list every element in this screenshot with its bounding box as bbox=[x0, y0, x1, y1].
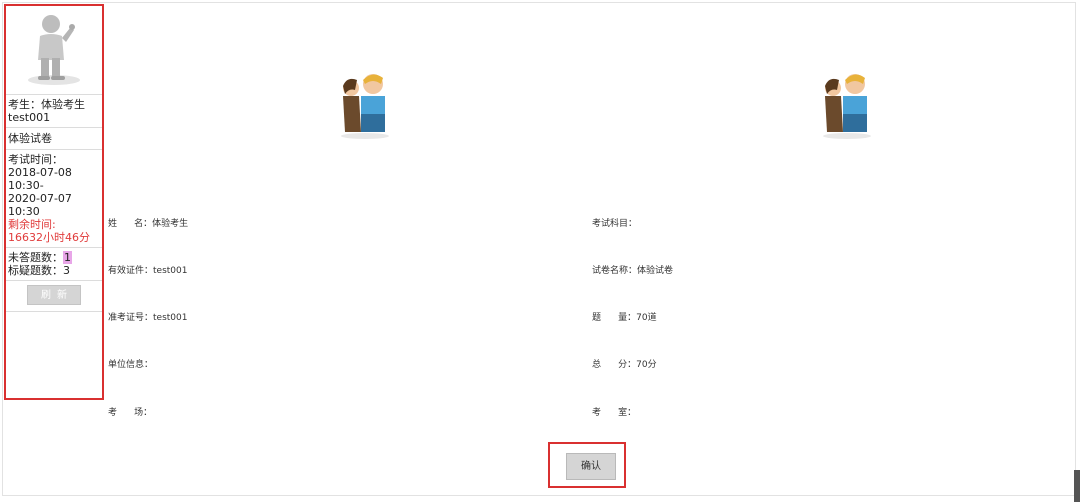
info-total-score: 总 分：70分 bbox=[592, 360, 657, 370]
candidate-name: 考生：体验考生 bbox=[8, 98, 85, 111]
info-venue: 考 场： bbox=[108, 408, 153, 418]
flagged-count: 标疑题数：3 bbox=[8, 264, 100, 277]
exam-time-label: 考试时间： bbox=[8, 153, 63, 166]
remaining-time-value: 16632小时46分 bbox=[8, 231, 90, 244]
unanswered-value: 1 bbox=[63, 251, 72, 264]
refresh-button[interactable]: 刷新 bbox=[27, 285, 81, 305]
question-stats-block: 未答题数：1 标疑题数：3 bbox=[6, 248, 102, 281]
flagged-value: 3 bbox=[63, 264, 70, 277]
info-id-doc: 有效证件：test001 bbox=[108, 266, 188, 276]
people-right-icon bbox=[823, 74, 871, 139]
candidate-block: 考生：体验考生 test001 bbox=[6, 95, 102, 128]
exam-time-end: 2020-07-07 10:30 bbox=[8, 192, 72, 218]
info-name: 姓 名：体验考生 bbox=[108, 219, 189, 229]
avatar-box bbox=[6, 6, 102, 95]
unanswered-count: 未答题数：1 bbox=[8, 251, 100, 264]
flagged-label: 标疑题数： bbox=[8, 264, 63, 277]
info-ticket: 准考证号：test001 bbox=[108, 313, 188, 323]
remaining-time-label: 剩余时间: bbox=[8, 218, 56, 231]
info-question-count: 题 量：70道 bbox=[592, 313, 657, 323]
paper-name: 体验试卷 bbox=[8, 132, 52, 145]
info-paper-name: 试卷名称：体验试卷 bbox=[592, 266, 674, 276]
confirm-highlight: 确认 bbox=[548, 442, 626, 488]
exam-info-main: 姓 名：体验考生 考试科目： 有效证件：test001 试卷名称：体验试卷 准考… bbox=[105, 4, 1075, 496]
info-room: 考 室： bbox=[592, 408, 637, 418]
info-unit: 单位信息： bbox=[108, 360, 154, 370]
info-subject: 考试科目： bbox=[592, 219, 638, 229]
confirm-button[interactable]: 确认 bbox=[566, 453, 616, 480]
exam-time-start: 2018-07-08 10:30- bbox=[8, 166, 72, 192]
exam-confirm-page: 考生：体验考生 test001 体验试卷 考试时间： 2018-07-08 10… bbox=[0, 0, 1080, 502]
avatar-figure-icon bbox=[28, 15, 80, 85]
paper-block: 体验试卷 bbox=[6, 128, 102, 150]
people-left-icon bbox=[341, 74, 389, 139]
exam-time-block: 考试时间： 2018-07-08 10:30- 2020-07-07 10:30… bbox=[6, 150, 102, 248]
unanswered-label: 未答题数： bbox=[8, 251, 63, 264]
candidate-sidebar: 考生：体验考生 test001 体验试卷 考试时间： 2018-07-08 10… bbox=[4, 4, 104, 400]
candidate-id: test001 bbox=[8, 111, 51, 124]
scrollbar-edge[interactable] bbox=[1074, 470, 1080, 502]
refresh-row: 刷新 bbox=[6, 281, 102, 312]
